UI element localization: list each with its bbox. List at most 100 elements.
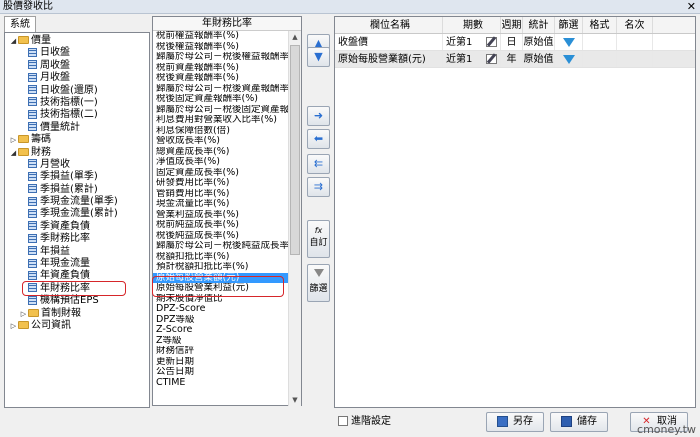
list-item[interactable]: 稅後資產報酬率(%) <box>153 73 289 84</box>
tree-item[interactable]: 季損益(單季) <box>5 171 149 183</box>
custom-button[interactable]: fx 自訂 <box>307 220 330 258</box>
col-header-cycle[interactable]: 週期 <box>501 17 523 33</box>
tree-item[interactable]: 價量統計 <box>5 122 149 134</box>
advanced-settings-checkbox[interactable]: 進階設定 <box>338 416 391 428</box>
scroll-thumb[interactable] <box>290 45 300 255</box>
filter-cell[interactable] <box>555 51 583 67</box>
cycle-cell[interactable]: 日 <box>501 34 523 50</box>
add-field-button[interactable]: ➜ <box>307 106 330 126</box>
list-item[interactable]: 稅前純益成長率(%) <box>153 220 289 231</box>
table-row[interactable]: 收盤價 近第1 日 原始值 <box>335 34 695 51</box>
tree-item[interactable]: 月收盤 <box>5 72 149 84</box>
list-item[interactable]: 利息費用對營業收入比率(%) <box>153 115 289 126</box>
period-cell[interactable]: 近第1 <box>443 34 501 50</box>
tree-item[interactable]: 季資產負債 <box>5 221 149 233</box>
edit-icon[interactable] <box>486 54 497 64</box>
scroll-down-arrow-icon[interactable]: ▼ <box>289 394 301 406</box>
list-item[interactable]: Z等級 <box>153 336 289 347</box>
tab-system[interactable]: 系統 <box>4 16 36 32</box>
list-item[interactable]: 更新日期 <box>153 357 289 368</box>
list-item[interactable]: 管銷費用比率(%) <box>153 189 289 200</box>
rank-cell[interactable] <box>617 51 653 67</box>
col-header-rank[interactable]: 名次 <box>617 17 653 33</box>
list-item[interactable]: 歸屬於母公司－稅後權益報酬率( <box>153 52 289 63</box>
tree-folder[interactable]: ▷ 公司資訊 <box>5 320 149 332</box>
col-header-name[interactable]: 欄位名稱 <box>335 17 443 33</box>
tree-folder[interactable]: ◢ 價量 <box>5 35 149 47</box>
collapse-icon[interactable]: ◢ <box>9 35 18 47</box>
stat-cell[interactable]: 原始值 <box>523 51 555 67</box>
collapse-icon[interactable]: ◢ <box>9 147 18 159</box>
save-as-button[interactable]: 另存 <box>486 412 544 432</box>
list-item[interactable]: 預計稅額扣抵比率(%) <box>153 262 289 273</box>
list-item[interactable]: 歸屬於母公司－稅後資產報酬率( <box>153 84 289 95</box>
list-item[interactable]: 利息保障倍數(倍) <box>153 126 289 137</box>
list-item[interactable]: 稅額扣抵比率(%) <box>153 252 289 263</box>
list-item[interactable]: 淨值成長率(%) <box>153 157 289 168</box>
format-cell[interactable] <box>583 51 617 67</box>
list-item[interactable]: 研發費用比率(%) <box>153 178 289 189</box>
add-all-button[interactable]: ⇉ <box>307 177 330 197</box>
tree-folder[interactable]: ▷ 首制財報 <box>5 308 149 320</box>
tree-item[interactable]: 技術指標(一) <box>5 97 149 109</box>
field-list-scrollbar[interactable]: ▲ ▼ <box>288 31 301 406</box>
list-item[interactable]: 歸屬於母公司－稅後固定資產報 <box>153 105 289 116</box>
tree-item[interactable]: 機構預估EPS <box>5 295 149 307</box>
tree-folder[interactable]: ◢ 財務 <box>5 147 149 159</box>
list-item[interactable]: 現金流量比率(%) <box>153 199 289 210</box>
list-item[interactable]: 稅後純益成長率(%) <box>153 231 289 242</box>
col-header-stat[interactable]: 統計 <box>523 17 555 33</box>
tree-item[interactable]: 周收盤 <box>5 60 149 72</box>
tree-folder[interactable]: ▷ 籌碼 <box>5 134 149 146</box>
move-down-button[interactable]: ▼ <box>307 47 330 67</box>
funnel-icon[interactable] <box>562 37 575 47</box>
list-item[interactable]: 財務信評 <box>153 346 289 357</box>
stat-cell[interactable]: 原始值 <box>523 34 555 50</box>
tree-item[interactable]: 季現金流量(單季) <box>5 196 149 208</box>
cycle-cell[interactable]: 年 <box>501 51 523 67</box>
tree-item[interactable]: 季財務比率 <box>5 233 149 245</box>
scroll-up-arrow-icon[interactable]: ▲ <box>289 31 301 43</box>
tree-item[interactable]: 年現金流量 <box>5 258 149 270</box>
remove-all-button[interactable]: ⇇ <box>307 154 330 174</box>
list-item[interactable]: DPZ等級 <box>153 315 289 326</box>
col-header-filter[interactable]: 篩選 <box>555 17 583 33</box>
tree-item[interactable]: 季現金流量(累計) <box>5 208 149 220</box>
table-row[interactable]: 原始每股營業額(元) 近第1 年 原始值 <box>335 51 695 68</box>
period-cell[interactable]: 近第1 <box>443 51 501 67</box>
tree-item[interactable]: 日收盤 <box>5 47 149 59</box>
col-header-format[interactable]: 格式 <box>583 17 617 33</box>
rank-cell[interactable] <box>617 34 653 50</box>
checkbox-icon[interactable] <box>338 416 348 426</box>
list-item[interactable]: 營收成長率(%) <box>153 136 289 147</box>
save-button[interactable]: 儲存 <box>550 412 608 432</box>
col-header-period[interactable]: 期數 <box>443 17 501 33</box>
format-cell[interactable] <box>583 34 617 50</box>
expand-icon[interactable]: ▷ <box>9 134 18 146</box>
funnel-icon[interactable] <box>562 54 575 64</box>
close-icon[interactable]: ✕ <box>687 0 696 14</box>
filter-cell[interactable] <box>555 34 583 50</box>
expand-icon[interactable]: ▷ <box>19 308 28 320</box>
remove-field-button[interactable]: ⬅ <box>307 129 330 149</box>
tree-item[interactable]: 季損益(累計) <box>5 184 149 196</box>
list-item[interactable]: 營業利益成長率(%) <box>153 210 289 221</box>
edit-icon[interactable] <box>486 37 497 47</box>
list-item[interactable]: 稅後固定資產報酬率(%) <box>153 94 289 105</box>
tree-item[interactable]: 日收盤(還原) <box>5 85 149 97</box>
tree-item[interactable]: 年損益 <box>5 246 149 258</box>
list-item[interactable]: 總資產成長率(%) <box>153 147 289 158</box>
list-item[interactable]: CTIME <box>153 378 289 389</box>
list-item[interactable]: DPZ-Score <box>153 304 289 315</box>
list-item[interactable]: 公告日期 <box>153 367 289 378</box>
filter-button[interactable]: 篩選 <box>307 264 330 302</box>
tree-item[interactable]: 月營收 <box>5 159 149 171</box>
tree-item[interactable]: 技術指標(二) <box>5 109 149 121</box>
list-item[interactable]: 稅前權益報酬率(%) <box>153 31 289 42</box>
list-item[interactable]: 歸屬於母公司－稅後純益成長率( <box>153 241 289 252</box>
expand-icon[interactable]: ▷ <box>9 320 18 332</box>
list-item[interactable]: 稅後權益報酬率(%) <box>153 42 289 53</box>
list-item[interactable]: Z-Score <box>153 325 289 336</box>
list-item[interactable]: 固定資產成長率(%) <box>153 168 289 179</box>
list-item[interactable]: 稅前資產報酬率(%) <box>153 63 289 74</box>
